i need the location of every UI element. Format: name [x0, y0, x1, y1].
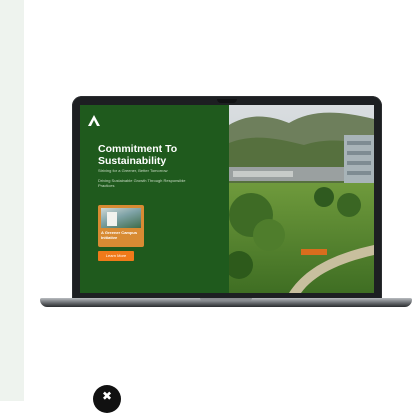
close-icon[interactable]: ✖: [93, 385, 121, 413]
learn-more-button[interactable]: Learn More: [98, 251, 134, 261]
camera-notch: [217, 99, 237, 103]
campus-photo-image: [229, 105, 374, 293]
hero-description: Driving Sustainable Growth Through Respo…: [98, 178, 186, 188]
mountain-logo-icon[interactable]: [87, 114, 101, 128]
laptop-screen: Commitment To Sustainability Striving fo…: [80, 105, 374, 293]
hero-subline: Striving for a Greener, Better Tomorrow: [98, 168, 168, 173]
hero-headline: Commitment To Sustainability: [98, 143, 178, 167]
card-caption: A Greener Campus Initiative: [101, 230, 138, 240]
laptop-mockup: Commitment To Sustainability Striving fo…: [72, 96, 382, 301]
laptop-base: [40, 298, 412, 307]
hero-text-panel: Commitment To Sustainability Striving fo…: [80, 105, 229, 293]
base-notch: [200, 298, 252, 301]
feature-card[interactable]: A Greener Campus Initiative: [98, 205, 144, 247]
card-thumbnail: [101, 208, 141, 228]
left-edge-strip: [0, 0, 24, 401]
campus-photo: [229, 105, 374, 293]
